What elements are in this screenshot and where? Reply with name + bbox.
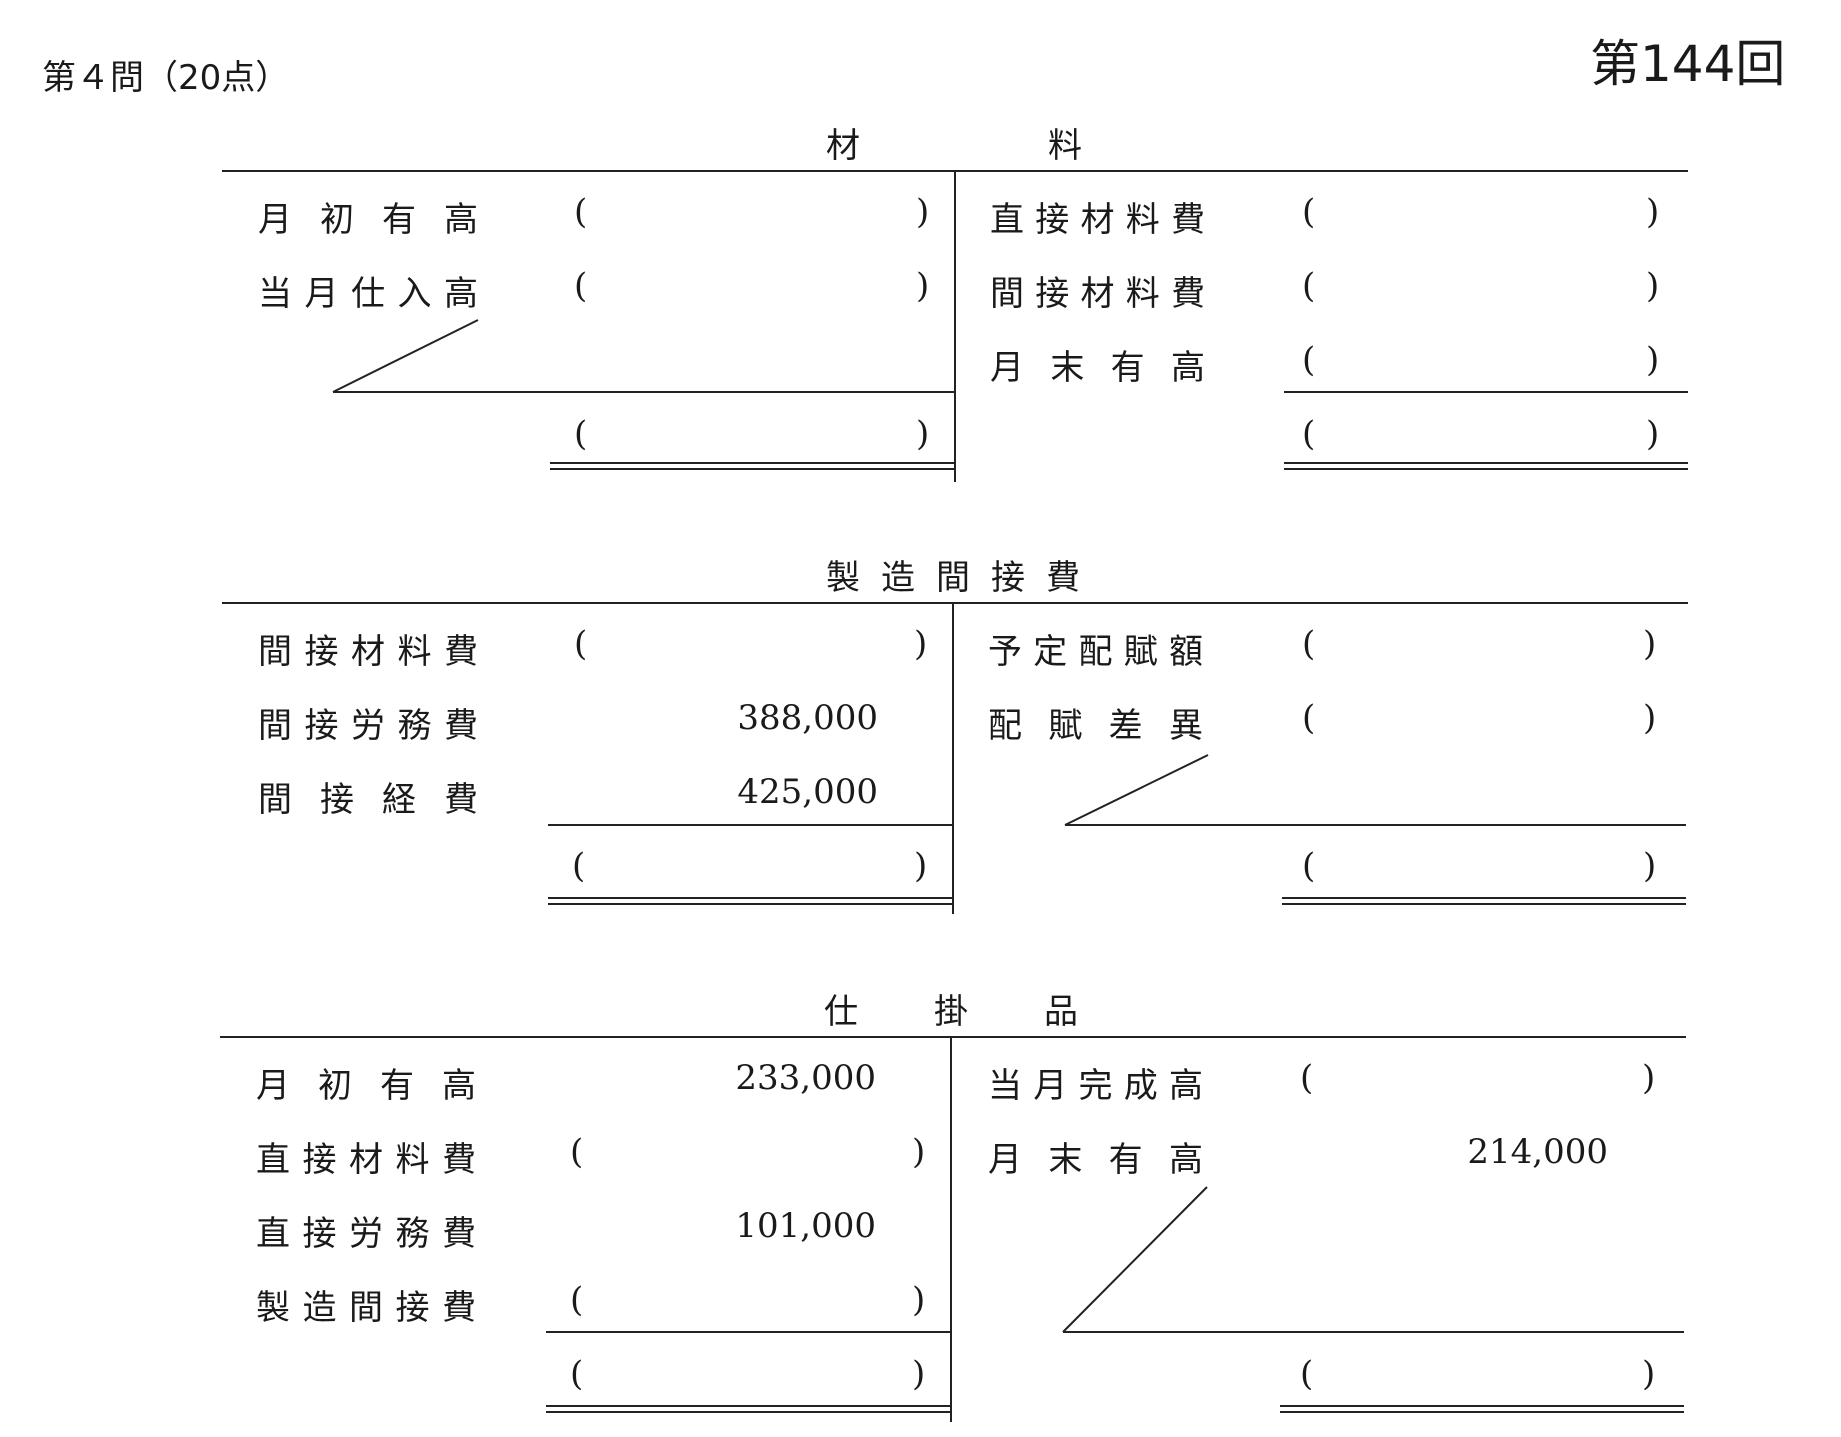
total-blank-open: ( [572,846,586,886]
entry-value: 388,000 [737,698,878,738]
total-blank-open: ( [1302,846,1316,886]
entry-label: 間接経費 [258,780,478,820]
blank-close: ) [1646,192,1660,232]
total-blank-close: ) [914,846,928,886]
entry-label: 間接材料費 [990,274,1205,314]
entry-label: 月末有高 [988,1140,1203,1180]
account-title-char: 費 [1046,558,1080,598]
blank-open: ( [574,624,588,664]
entry-value: 101,000 [735,1206,876,1246]
blank-open: ( [570,1132,584,1172]
entry-label: 直接労務費 [256,1214,476,1254]
entry-label: 間接労務費 [258,706,478,746]
entry-label: 配賦差異 [988,706,1203,746]
blank-close: ) [914,624,928,664]
entry-label: 月初有高 [256,1066,476,1106]
entry-label: 月末有高 [990,348,1205,388]
total-blank-close: ) [1642,1354,1656,1394]
blank-open: ( [1302,698,1316,738]
account-title-char: 接 [991,558,1025,598]
blank-open: ( [1302,266,1316,306]
blank-open: ( [574,192,588,232]
blank-close: ) [1643,624,1657,664]
entry-label: 当月完成高 [988,1066,1203,1106]
blank-close: ) [912,1280,926,1320]
account-title-char: 材 [826,126,860,166]
account-title: 製 造 間 接 費 [826,550,1080,599]
entry-label: 予定配賦額 [988,632,1203,672]
blank-close: ) [916,266,930,306]
blank-close: ) [1643,698,1657,738]
entry-value: 233,000 [735,1058,876,1098]
blank-close: ) [1646,340,1660,380]
total-blank-open: ( [574,414,588,454]
entry-value: 425,000 [737,772,878,812]
account-title-char: 仕 [824,992,858,1032]
account-title-char: 掛 [934,992,968,1032]
account-title-char: 料 [1048,126,1082,166]
total-blank-open: ( [1300,1354,1314,1394]
total-blank-close: ) [916,414,930,454]
entry-label: 当月仕入高 [258,274,478,314]
blank-close: ) [912,1132,926,1172]
entry-label: 月初有高 [258,200,478,240]
blank-open: ( [1302,192,1316,232]
blank-close: ) [1646,266,1660,306]
total-blank-open: ( [570,1354,584,1394]
total-blank-close: ) [1646,414,1660,454]
blank-close: ) [916,192,930,232]
blank-close: ) [1642,1058,1656,1098]
entry-label: 製造間接費 [256,1288,476,1328]
blank-open: ( [1300,1058,1314,1098]
account-title-char: 造 [881,558,915,598]
entry-value: 214,000 [1467,1132,1608,1172]
account-title-char: 品 [1044,992,1078,1032]
blank-open: ( [570,1280,584,1320]
blank-open: ( [1302,340,1316,380]
blank-open: ( [1302,624,1316,664]
entry-label: 直接材料費 [990,200,1205,240]
blank-open: ( [574,266,588,306]
entry-label: 直接材料費 [256,1140,476,1180]
total-blank-close: ) [912,1354,926,1394]
total-blank-open: ( [1302,414,1316,454]
total-blank-close: ) [1643,846,1657,886]
account-title-char: 間 [936,558,970,598]
account-title-char: 製 [826,558,860,598]
entry-label: 間接材料費 [258,632,478,672]
